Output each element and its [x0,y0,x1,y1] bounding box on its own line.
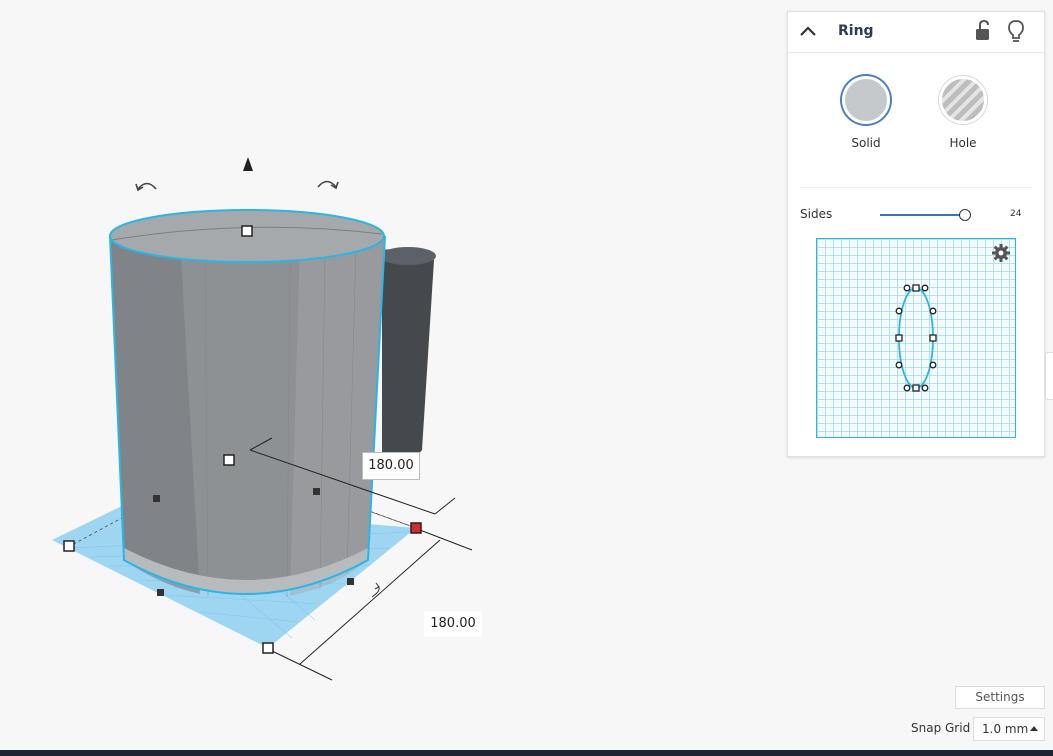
caret-up-icon [1030,726,1038,731]
corner-handle-right-active[interactable] [410,522,422,534]
settings-button[interactable]: Settings [955,686,1045,709]
corner-handle-left[interactable] [63,540,75,552]
sides-label: Sides [800,207,833,221]
ring-shape[interactable] [109,209,386,598]
hole-button[interactable]: Hole [933,76,993,150]
rotate-right-icon[interactable] [317,180,339,190]
height-handle[interactable] [241,225,253,237]
snap-grid-label: Snap Grid [911,721,971,735]
shape-profile-editor[interactable] [816,238,1016,438]
lightbulb-icon[interactable] [1007,19,1025,43]
lift-arrow-icon[interactable] [243,157,253,171]
profile-ellipse[interactable] [817,239,1015,437]
hole-swatch [939,76,987,124]
side-panel-tab[interactable] [1045,352,1053,400]
inspector-header: Ring [788,12,1044,53]
rotate-left-icon[interactable] [135,182,157,192]
unlock-icon[interactable] [974,20,992,42]
sides-slider-thumb[interactable] [959,209,971,221]
sides-value: 24 [1010,209,1022,219]
snap-grid-value: 1.0 mm [982,722,1029,736]
center-handle[interactable] [223,454,235,466]
shape-name-title: Ring [838,23,874,39]
edge-handle[interactable] [153,495,160,502]
edge-handle[interactable] [313,488,320,495]
edge-handle[interactable] [347,578,354,585]
shape-inspector-panel: Ring Solid Hole Sides 24 [787,11,1045,457]
solid-swatch [842,76,890,124]
snap-grid-select[interactable]: 1.0 mm [973,717,1045,741]
depth-dimension-input[interactable]: 180.00 [424,611,482,637]
solid-button[interactable]: Solid [836,76,896,150]
gear-icon[interactable] [991,243,1011,263]
edge-handle[interactable] [157,589,164,596]
width-dimension-input[interactable]: 180.00 [362,452,420,480]
solid-label: Solid [851,136,881,150]
corner-handle-bottom[interactable] [262,642,274,654]
divider [800,187,1032,188]
mug-handle[interactable] [380,247,436,472]
sides-slider-track[interactable] [880,214,964,216]
hole-label: Hole [949,136,977,150]
bottom-bar [0,750,1053,756]
chevron-up-icon[interactable] [798,22,818,42]
